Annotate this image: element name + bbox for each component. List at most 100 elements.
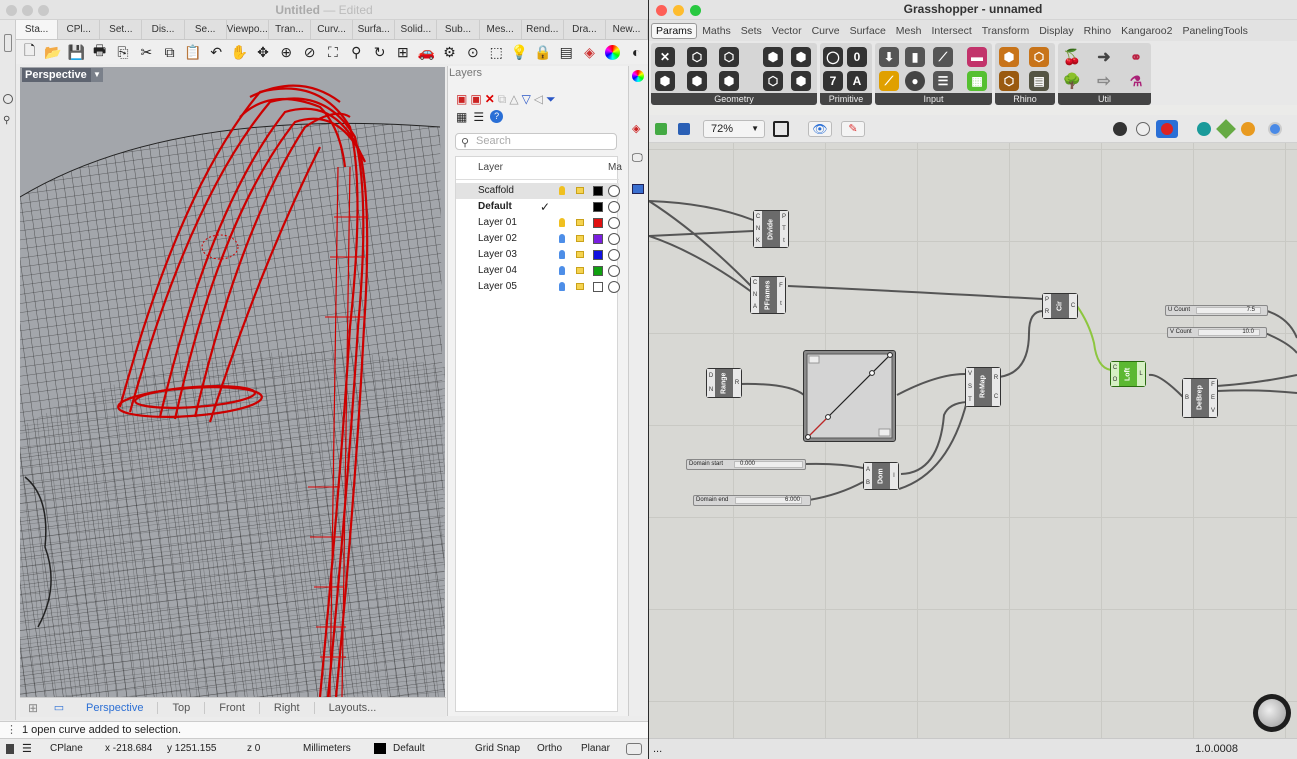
tab-curve[interactable]: Curve	[807, 25, 845, 37]
sphere-preview-icon[interactable]	[1268, 122, 1282, 136]
layer-row-layer-01[interactable]: Layer 01	[456, 215, 620, 231]
material-icon[interactable]	[608, 201, 620, 213]
display-icon[interactable]: 🖵	[632, 152, 643, 165]
slider-domain-end[interactable]: Domain end 6.000	[693, 495, 811, 506]
color-wheel-icon[interactable]	[601, 41, 624, 63]
tab-viewport-layout[interactable]: Viewpo...	[227, 20, 269, 39]
lock-icon[interactable]	[576, 187, 584, 194]
tab-surface-tools[interactable]: Surfa...	[353, 20, 396, 39]
lock-icon[interactable]	[576, 251, 584, 258]
material-column-header[interactable]: Ma	[608, 162, 622, 173]
layer-color-swatch[interactable]	[593, 202, 603, 212]
rotate-icon[interactable]: ↻	[368, 41, 391, 63]
layer-color-swatch[interactable]	[593, 218, 603, 228]
component-loft[interactable]: CO Loft L	[1110, 361, 1146, 387]
tab-surface[interactable]: Surface	[845, 25, 891, 37]
zoom-extents-icon[interactable]	[773, 121, 789, 137]
viewport-layout-icon[interactable]: ⊞	[391, 41, 414, 63]
arrow-right-icon[interactable]: ➜	[1094, 47, 1114, 67]
material-icon[interactable]	[608, 249, 620, 261]
current-layer-swatch[interactable]	[374, 743, 386, 754]
boolean-param-icon[interactable]: ◯	[823, 47, 843, 67]
lock-icon[interactable]: 🔒	[531, 41, 554, 63]
layer-column-header[interactable]: Layer	[478, 162, 503, 173]
tab-kangaroo2[interactable]: Kangaroo2	[1116, 25, 1177, 37]
gradient-input-icon[interactable]: ▬	[967, 47, 987, 67]
graph-mapper-icon[interactable]: ⟋	[879, 71, 899, 91]
units-indicator[interactable]: Millimeters	[303, 739, 351, 759]
tab-mesh[interactable]: Mesh	[891, 25, 927, 37]
perspective-viewport[interactable]	[20, 67, 445, 697]
status-overflow-icon[interactable]	[626, 743, 642, 755]
lock-icon[interactable]	[576, 267, 584, 274]
light-bulb-icon[interactable]	[559, 218, 565, 227]
list-menu-icon[interactable]: ☰	[473, 110, 484, 126]
tab-params[interactable]: Params	[651, 22, 698, 39]
light-bulb-icon[interactable]	[559, 234, 565, 243]
light-bulb-icon[interactable]	[559, 266, 565, 275]
move-down-icon[interactable]: ▽	[522, 92, 531, 108]
new-file-icon[interactable]: 🗋	[18, 41, 41, 63]
layer-icon[interactable]: ▤	[555, 41, 578, 63]
number-param-icon[interactable]: 7	[823, 71, 843, 91]
preview-wire-icon[interactable]	[1136, 122, 1150, 136]
vector-param-icon[interactable]: ⬢	[719, 71, 739, 91]
tab-subd-tools[interactable]: Sub...	[437, 20, 480, 39]
render-sphere-icon[interactable]: ◐	[625, 41, 648, 63]
tab-layouts[interactable]: Layouts...	[315, 702, 391, 714]
zoom-window-button[interactable]	[690, 5, 701, 16]
line-param-icon[interactable]: ⬢	[655, 71, 675, 91]
layer-color-swatch[interactable]	[593, 282, 603, 292]
tab-drafting[interactable]: Dra...	[564, 20, 606, 39]
tab-sets[interactable]: Sets	[736, 25, 767, 37]
field-param-icon[interactable]: ⬢	[791, 71, 811, 91]
tab-standard[interactable]: Sta...	[16, 20, 59, 39]
delete-layer-icon[interactable]: ✕	[485, 92, 495, 108]
display-mode-icon[interactable]	[1197, 122, 1211, 136]
slider-u-count[interactable]: U Count 7.5	[1165, 305, 1268, 316]
lock-icon[interactable]	[576, 283, 584, 290]
grid-layout-icon[interactable]: ⊞	[20, 701, 46, 715]
material-icon[interactable]	[608, 217, 620, 229]
slider-v-count[interactable]: V Count 10.0	[1167, 327, 1267, 338]
zoom-select[interactable]: 72% ▼	[703, 120, 765, 138]
rotate-view-icon[interactable]: ✥	[251, 41, 274, 63]
button-input-icon[interactable]: ⬇	[879, 47, 899, 67]
layer-row-scaffold[interactable]: Scaffold	[456, 183, 620, 199]
tree-icon[interactable]: 🌳	[1062, 71, 1082, 91]
properties-icon[interactable]	[632, 184, 644, 194]
duplicate-layer-icon[interactable]: ⧉	[498, 92, 507, 108]
tab-display[interactable]: Dis...	[142, 20, 185, 39]
planar-toggle[interactable]: Planar	[581, 739, 610, 759]
cherry-icon[interactable]: 🍒	[1062, 47, 1082, 67]
osnap-icon[interactable]	[3, 94, 13, 104]
command-history[interactable]: ⋮ 1 open curve added to selection.	[0, 721, 648, 738]
print-icon[interactable]: 🖶	[88, 41, 111, 63]
layer-color-swatch[interactable]	[593, 266, 603, 276]
filter-icon[interactable]: ⚲	[3, 115, 13, 126]
tab-front[interactable]: Front	[205, 701, 260, 714]
lock-icon[interactable]	[576, 219, 584, 226]
component-divide[interactable]: CNK Divide PTt	[753, 210, 789, 248]
material-icon[interactable]	[608, 265, 620, 277]
cut-icon[interactable]: ✂	[135, 41, 158, 63]
layer-row-default[interactable]: Default ✓	[456, 199, 620, 215]
component-range[interactable]: DN Range R	[706, 368, 742, 398]
preview-off-icon[interactable]	[1113, 122, 1127, 136]
value-list-icon[interactable]: ☰	[933, 71, 953, 91]
tab-display[interactable]: Display	[1034, 25, 1078, 37]
tab-maths[interactable]: Maths	[697, 25, 736, 37]
new-layer-icon[interactable]: ▣	[456, 92, 467, 108]
plane-param-icon[interactable]: ⬢	[687, 71, 707, 91]
close-window-button[interactable]	[656, 5, 667, 16]
mesh-param-icon[interactable]: ⬡	[763, 71, 783, 91]
component-pframes[interactable]: CNA PFrames Ft	[750, 276, 786, 314]
undo-icon[interactable]: ↶	[205, 41, 228, 63]
new-sublayer-icon[interactable]: ▣	[470, 92, 481, 108]
tab-select[interactable]: Se...	[185, 20, 227, 39]
zoom-selected-icon[interactable]: ⚲	[345, 41, 368, 63]
material-icon[interactable]	[608, 281, 620, 293]
layer-color-swatch[interactable]	[593, 234, 603, 244]
curve-param-icon[interactable]: ⬡	[719, 47, 739, 67]
move-left-icon[interactable]: ◁	[534, 92, 543, 108]
